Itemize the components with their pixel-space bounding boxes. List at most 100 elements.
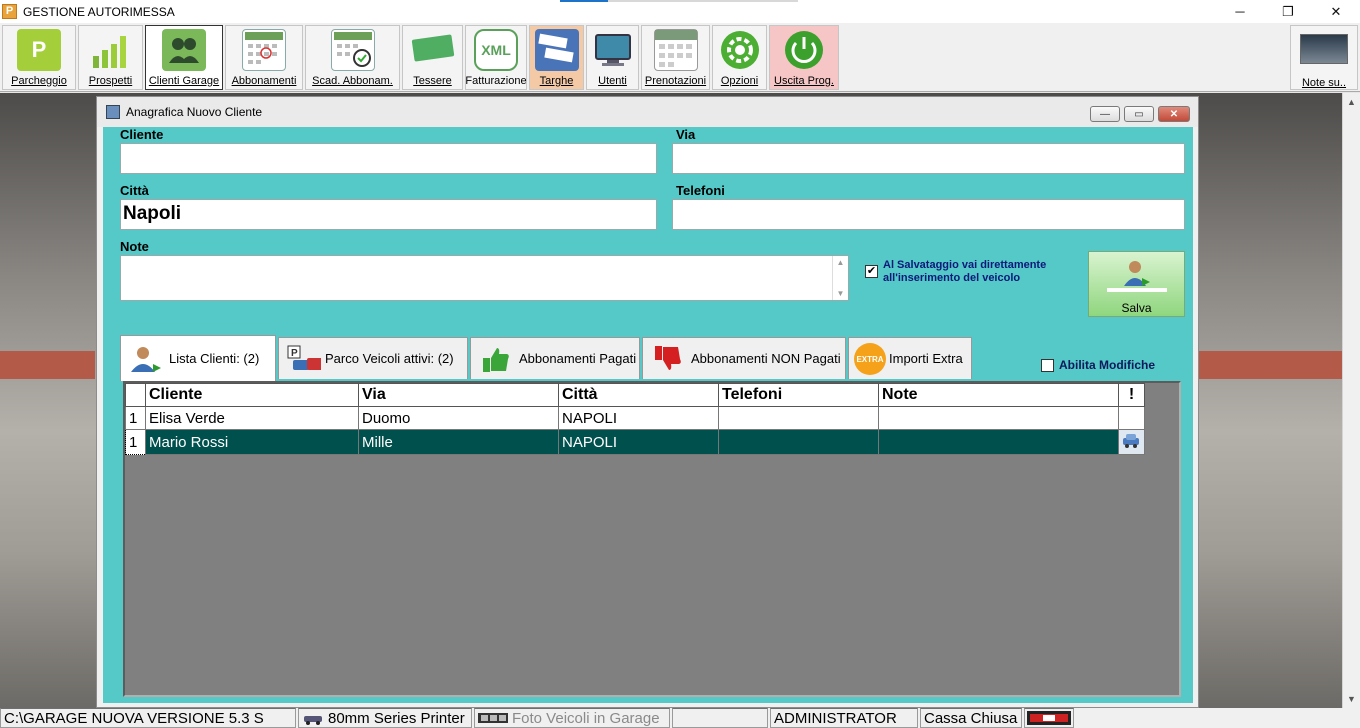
abilita-modifiche-label: Abilita Modifiche <box>1059 358 1155 372</box>
via-input[interactable] <box>672 143 1185 174</box>
parking-icon: P <box>17 29 61 71</box>
toolbar-uscita-button[interactable]: Uscita Prog. <box>769 25 839 90</box>
scroll-up-icon[interactable]: ▲ <box>1343 93 1360 111</box>
toolbar-abbonamenti-button[interactable]: Abbonamenti <box>225 25 303 90</box>
title-progress-track <box>608 0 798 2</box>
toolbar-label: Prenotazioni <box>644 75 707 87</box>
chevron-down-icon[interactable]: ▼ <box>837 289 845 298</box>
save-label: Salva <box>1121 301 1152 315</box>
child-title-bar: Anagrafica Nuovo Cliente <box>97 97 1198 127</box>
cell-flag[interactable] <box>1118 429 1145 455</box>
cell-note[interactable] <box>878 406 1119 430</box>
toolbar-utenti-button[interactable]: Utenti <box>586 25 639 90</box>
extra-badge-text: EXTRA <box>856 355 883 364</box>
toolbar-label: Clienti Garage <box>148 75 220 87</box>
tab-abbonamenti-pagati[interactable]: Abbonamenti Pagati <box>470 337 640 379</box>
column-header-cliente[interactable]: Cliente <box>145 383 359 407</box>
cell-via[interactable]: Duomo <box>358 406 559 430</box>
note-thumbnail-icon <box>1300 34 1348 64</box>
tab-importi-extra[interactable]: EXTRA Importi Extra <box>848 337 972 379</box>
status-user: ADMINISTRATOR <box>770 708 918 728</box>
abilita-modifiche-checkbox[interactable] <box>1041 359 1054 372</box>
close-button[interactable]: ✕ <box>1312 0 1360 23</box>
cell-cliente[interactable]: Elisa Verde <box>145 406 359 430</box>
printer-car-icon <box>304 716 322 725</box>
redirect-label-line1: Al Salvataggio vai direttamente <box>883 259 1047 271</box>
redirect-checkbox[interactable]: ✔ <box>865 265 878 278</box>
tab-lista-clienti[interactable]: Lista Clienti: (2) <box>120 335 276 381</box>
title-bar: P GESTIONE AUTORIMESSA ─ ❐ ✕ <box>0 0 1360 23</box>
app-title: GESTIONE AUTORIMESSA <box>23 4 175 19</box>
grid-row-header-corner <box>125 383 146 407</box>
toolbar-opzioni-button[interactable]: Opzioni <box>712 25 767 90</box>
tab-label: Abbonamenti NON Pagati <box>691 351 841 366</box>
toolbar-targhe-button[interactable]: Targhe <box>529 25 584 90</box>
note-su-label: Note su.. <box>1301 77 1347 89</box>
booking-icon <box>653 29 698 71</box>
cliente-input[interactable] <box>120 143 657 174</box>
toolbar-prenotazioni-button[interactable]: Prenotazioni <box>641 25 710 90</box>
svg-text:P: P <box>291 348 298 359</box>
title-progress-bar <box>560 0 608 2</box>
cell-note[interactable] <box>878 429 1119 455</box>
card-icon <box>411 29 455 71</box>
cell-via[interactable]: Mille <box>358 429 559 455</box>
cell-citta[interactable]: NAPOLI <box>558 406 719 430</box>
scroll-down-icon[interactable]: ▼ <box>1343 690 1360 708</box>
car-icon[interactable] <box>1119 430 1143 450</box>
status-cassa: Cassa Chiusa <box>920 708 1022 728</box>
note-textarea[interactable]: ▲ ▼ <box>120 255 849 301</box>
cell-cliente[interactable]: Mario Rossi <box>145 429 359 455</box>
table-row[interactable]: 1 Elisa Verde Duomo NAPOLI <box>125 406 1145 430</box>
toolbar-tessere-button[interactable]: Tessere <box>402 25 463 90</box>
telefoni-label: Telefoni <box>676 183 725 198</box>
parking-car-icon: P <box>287 344 321 374</box>
column-header-flag[interactable]: ! <box>1118 383 1145 407</box>
toolbar-parcheggio-button[interactable]: P Parcheggio <box>2 25 76 90</box>
save-button[interactable]: Salva <box>1088 251 1185 317</box>
cell-citta[interactable]: NAPOLI <box>558 429 719 455</box>
status-printer[interactable]: 80mm Series Printer <box>298 708 472 728</box>
cliente-label: Cliente <box>120 127 164 142</box>
chevron-up-icon[interactable]: ▲ <box>837 258 845 267</box>
column-header-via[interactable]: Via <box>358 383 559 407</box>
desktop-scrollbar[interactable]: ▲ ▼ <box>1342 93 1360 708</box>
cell-telefoni[interactable] <box>718 429 879 455</box>
app-logo-icon: P <box>2 4 17 19</box>
main-toolbar: P Parcheggio Prospetti Clienti Garage Ab… <box>0 23 1360 92</box>
note-su-button[interactable]: Note su.. <box>1290 25 1358 90</box>
table-row[interactable]: 1 Mario Rossi Mille NAPOLI <box>125 429 1145 455</box>
column-header-note[interactable]: Note <box>878 383 1119 407</box>
minimize-button[interactable]: ─ <box>1216 0 1264 23</box>
via-label: Via <box>676 127 696 142</box>
tab-abbonamenti-non-pagati[interactable]: Abbonamenti NON Pagati <box>642 337 846 379</box>
status-cassa-icon-box <box>1024 708 1074 728</box>
telefoni-input[interactable] <box>672 199 1185 230</box>
toolbar-label: Uscita Prog. <box>774 75 834 87</box>
anagrafica-window: Anagrafica Nuovo Cliente — ▭ ✕ Cliente V… <box>96 96 1199 708</box>
status-path: C:\GARAGE NUOVA VERSIONE 5.3 S <box>0 708 296 728</box>
cell-flag[interactable] <box>1118 406 1145 430</box>
clients-grid-panel: Cliente Via Città Telefoni Note ! 1 Elis… <box>123 381 1181 697</box>
toolbar-fatturazione-button[interactable]: XML Fatturazione <box>465 25 527 90</box>
cell-telefoni[interactable] <box>718 406 879 430</box>
thumbs-up-icon <box>479 344 513 374</box>
toolbar-prospetti-button[interactable]: Prospetti <box>78 25 143 90</box>
column-header-citta[interactable]: Città <box>558 383 719 407</box>
gear-icon <box>718 29 762 71</box>
child-close-button[interactable]: ✕ <box>1158 106 1190 122</box>
toolbar-label: Abbonamenti <box>231 75 297 87</box>
redirect-label-line2: all'inserimento del veicolo <box>883 272 1021 284</box>
child-restore-button[interactable]: ▭ <box>1124 106 1154 122</box>
toolbar-label: Targhe <box>539 75 574 87</box>
tab-parco-veicoli[interactable]: P Parco Veicoli attivi: (2) <box>278 337 468 379</box>
toolbar-scad-abbonam-button[interactable]: Scad. Abbonam. <box>305 25 400 90</box>
maximize-button[interactable]: ❐ <box>1264 0 1312 23</box>
status-photo[interactable]: Foto Veicoli in Garage <box>474 708 670 728</box>
citta-input[interactable]: Napoli <box>120 199 657 230</box>
note-scrollbar[interactable]: ▲ ▼ <box>832 256 848 300</box>
child-minimize-button[interactable]: — <box>1090 106 1120 122</box>
window-icon <box>106 105 120 119</box>
column-header-telefoni[interactable]: Telefoni <box>718 383 879 407</box>
toolbar-clienti-garage-button[interactable]: Clienti Garage <box>145 25 223 90</box>
